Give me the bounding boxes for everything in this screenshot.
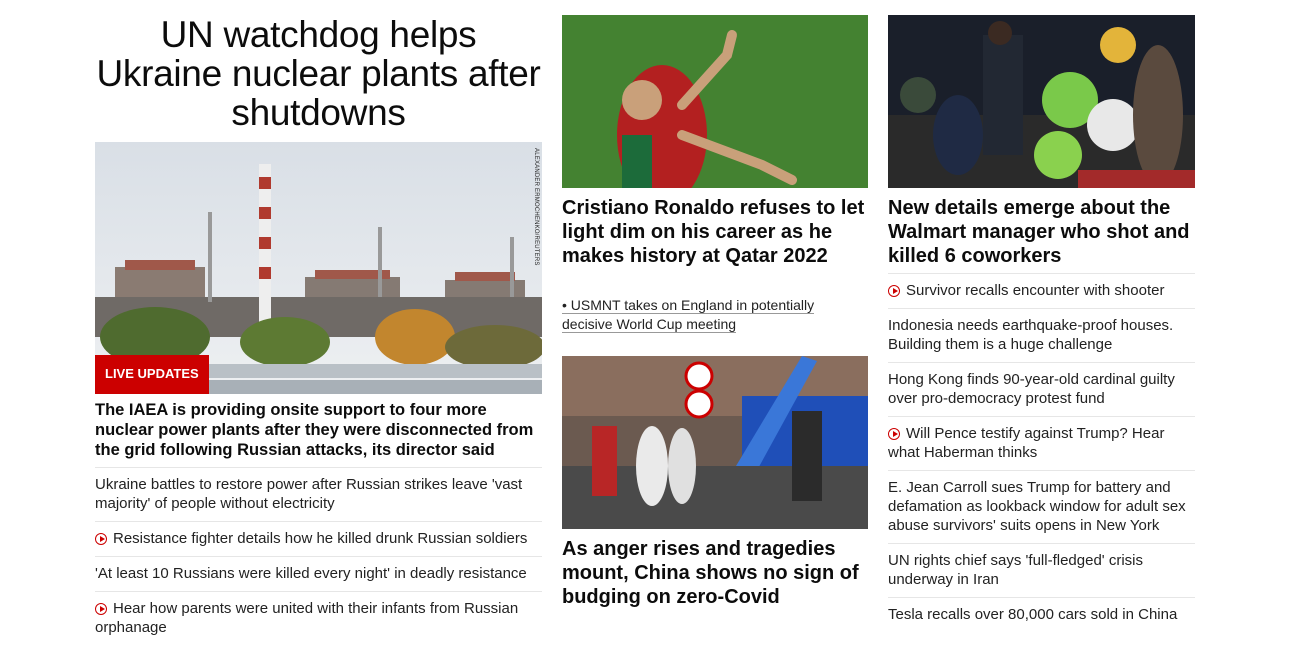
play-circle-icon [888,285,900,297]
list-item[interactable]: 'At least 10 Russians were killed every … [95,556,542,591]
list-item[interactable]: Tesla recalls over 80,000 cars sold in C… [888,597,1195,632]
list-item-label: 'At least 10 Russians were killed every … [95,565,527,582]
walmart-memorial-image[interactable] [888,15,1195,188]
main-lead-text[interactable]: The IAEA is providing onsite support to … [95,400,542,460]
nuclear-plant-image[interactable]: ALEXANDER ERMOCHENKO/REUTERS LIVE UPDATE… [95,142,542,394]
list-item-label: Resistance fighter details how he killed… [113,530,528,547]
play-circle-icon [888,428,900,440]
list-item[interactable]: UN rights chief says 'full-fledged' cris… [888,543,1195,597]
list-item[interactable]: Survivor recalls encounter with shooter [888,273,1195,308]
usmnt-link-label: • USMNT takes on England in potentially … [562,297,815,333]
play-circle-icon [95,533,107,545]
list-item-label: Survivor recalls encounter with shooter [906,282,1165,299]
list-item-label: Ukraine battles to restore power after R… [95,476,523,512]
china-headline[interactable]: As anger rises and tragedies mount, Chin… [562,537,868,609]
list-item[interactable]: E. Jean Carroll sues Trump for battery a… [888,470,1195,543]
photo-credit: ALEXANDER ERMOCHENKO/REUTERS [533,148,539,266]
main-headline[interactable]: UN watchdog helps Ukraine nuclear plants… [95,15,542,132]
list-item-label: Indonesia needs earthquake-proof houses.… [888,317,1174,353]
list-item[interactable]: Indonesia needs earthquake-proof houses.… [888,308,1195,362]
list-item[interactable]: Will Pence testify against Trump? Hear w… [888,416,1195,470]
list-item-label: Will Pence testify against Trump? Hear w… [888,425,1165,461]
play-circle-icon [95,603,107,615]
ronaldo-headline[interactable]: Cristiano Ronaldo refuses to let light d… [562,196,868,268]
list-item[interactable]: Hong Kong finds 90-year-old cardinal gui… [888,362,1195,416]
usmnt-link[interactable]: • USMNT takes on England in potentially … [562,296,868,334]
walmart-headline[interactable]: New details emerge about the Walmart man… [888,196,1195,268]
china-covid-image[interactable] [562,356,868,529]
main-related-list: Ukraine battles to restore power after R… [95,467,542,645]
list-item-label: UN rights chief says 'full-fledged' cris… [888,552,1143,588]
list-item[interactable]: Ukraine battles to restore power after R… [95,467,542,521]
list-item-label: Tesla recalls over 80,000 cars sold in C… [888,606,1178,623]
list-item-label: Hear how parents were united with their … [95,600,519,636]
list-item[interactable]: Hear how parents were united with their … [95,591,542,645]
list-item-label: E. Jean Carroll sues Trump for battery a… [888,479,1186,534]
main-story: UN watchdog helps Ukraine nuclear plants… [95,0,542,636]
live-updates-badge[interactable]: LIVE UPDATES [95,355,209,394]
right-related-list: Survivor recalls encounter with shooter … [888,273,1195,632]
list-item-label: Hong Kong finds 90-year-old cardinal gui… [888,371,1175,407]
ronaldo-image[interactable] [562,15,868,188]
list-item[interactable]: Resistance fighter details how he killed… [95,521,542,556]
